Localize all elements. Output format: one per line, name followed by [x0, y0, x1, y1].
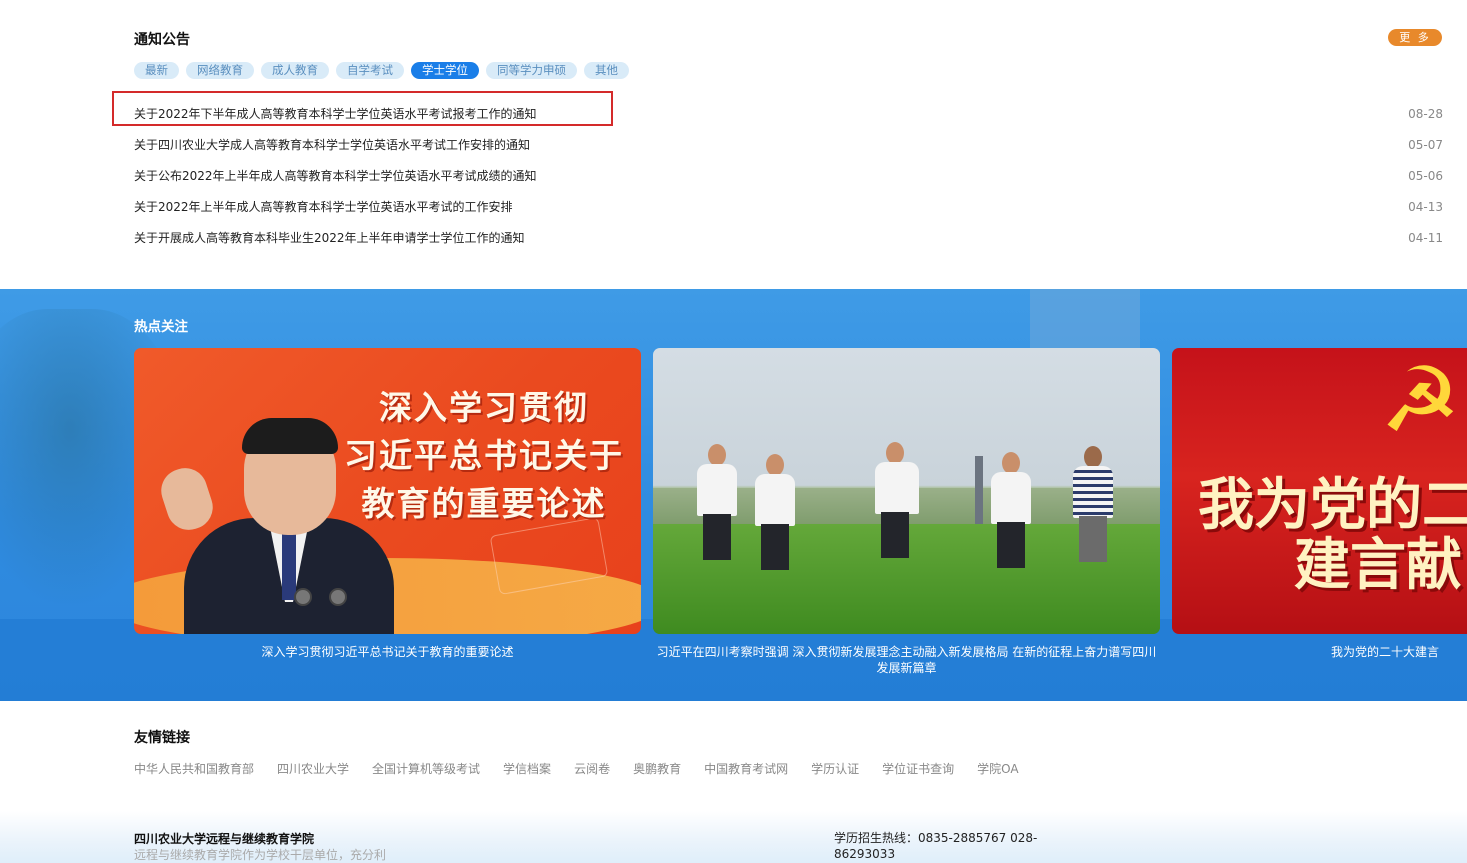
list-item[interactable]: 关于开展成人高等教育本科毕业生2022年上半年申请学士学位工作的通知 04-11 [134, 222, 1443, 253]
tab-bachelor-degree[interactable]: 学士学位 [411, 62, 479, 79]
links-title: 友情链接 [134, 730, 190, 746]
link-ministry-of-education[interactable]: 中华人民共和国教育部 [134, 760, 254, 777]
person-figure [875, 442, 919, 564]
link-ncre[interactable]: 全国计算机等级考试 [372, 760, 480, 777]
card-headline: 建言献 [1294, 532, 1462, 598]
hot-title: 热点关注 [134, 319, 188, 335]
notice-title: 通知公告 [134, 32, 190, 48]
list-item[interactable]: 关于2022年下半年成人高等教育本科学士学位英语水平考试报考工作的通知 08-2… [134, 98, 1443, 129]
footer-description: 远程与继续教育学院作为学校干层单位，充分利 [134, 848, 387, 862]
link-open-edu[interactable]: 奥鹏教育 [633, 760, 681, 777]
footer: 四川农业大学远程与继续教育学院 远程与继续教育学院作为学校干层单位，充分利 学历… [0, 811, 1467, 863]
person-figure [1073, 446, 1113, 566]
hot-section: 热点关注 深入学习贯彻 习近平总书记关于 教育的重要论述 深入学习贯彻习近平总书… [0, 289, 1467, 701]
tab-online-education[interactable]: 网络教育 [186, 62, 254, 79]
footer-org-name: 四川农业大学远程与继续教育学院 [134, 832, 315, 846]
hot-card-party-suggestions[interactable]: ☭ 我为党的二 建言献 [1172, 348, 1467, 634]
notice-link[interactable]: 关于2022年上半年成人高等教育本科学士学位英语水平考试的工作安排 [134, 198, 513, 215]
notice-link[interactable]: 关于2022年下半年成人高等教育本科学士学位英语水平考试报考工作的通知 [134, 105, 537, 122]
links-row: 中华人民共和国教育部 四川农业大学 全国计算机等级考试 学信档案 云阅卷 奥鹏教… [134, 760, 1019, 777]
portrait-photo [155, 418, 404, 634]
hot-card-education-discourse[interactable]: 深入学习贯彻 习近平总书记关于 教育的重要论述 [134, 348, 641, 634]
link-degree-verification[interactable]: 学历认证 [811, 760, 859, 777]
tab-self-study-exam[interactable]: 自学考试 [336, 62, 404, 79]
notice-link[interactable]: 关于开展成人高等教育本科毕业生2022年上半年申请学士学位工作的通知 [134, 229, 525, 246]
link-chsi-archive[interactable]: 学信档案 [503, 760, 551, 777]
card-caption[interactable]: 深入学习贯彻习近平总书记关于教育的重要论述 [134, 644, 641, 660]
notice-link[interactable]: 关于公布2022年上半年成人高等教育本科学士学位英语水平考试成绩的通知 [134, 167, 537, 184]
link-sichuan-agricultural-university[interactable]: 四川农业大学 [277, 760, 349, 777]
person-figure [697, 444, 737, 564]
hot-card-sichuan-inspection[interactable] [653, 348, 1160, 634]
power-tower [975, 456, 983, 526]
notice-tabs: 最新 网络教育 成人教育 自学考试 学士学位 同等学力申硕 其他 [134, 62, 629, 79]
notice-list: 关于2022年下半年成人高等教育本科学士学位英语水平考试报考工作的通知 08-2… [134, 98, 1443, 253]
notice-date: 08-28 [1408, 106, 1443, 121]
tab-adult-education[interactable]: 成人教育 [261, 62, 329, 79]
notice-date: 05-07 [1408, 137, 1443, 152]
notice-date: 04-11 [1408, 230, 1443, 245]
card-caption[interactable]: 我为党的二十大建言 [1172, 644, 1467, 660]
card-headline: 我为党的二 [1198, 472, 1467, 538]
link-degree-query[interactable]: 学位证书查询 [882, 760, 954, 777]
link-college-oa[interactable]: 学院OA [977, 760, 1018, 777]
person-figure [755, 454, 795, 574]
notice-link[interactable]: 关于四川农业大学成人高等教育本科学士学位英语水平考试工作安排的通知 [134, 136, 530, 153]
list-item[interactable]: 关于2022年上半年成人高等教育本科学士学位英语水平考试的工作安排 04-13 [134, 191, 1443, 222]
notice-date: 04-13 [1408, 199, 1443, 214]
tab-other[interactable]: 其他 [584, 62, 629, 79]
card-caption[interactable]: 习近平在四川考察时强调 深入贯彻新发展理念主动融入新发展格局 在新的征程上奋力谱… [653, 644, 1160, 676]
more-button[interactable]: 更 多 [1388, 29, 1442, 46]
background-building [1030, 289, 1140, 349]
notice-section: 通知公告 更 多 最新 网络教育 成人教育 自学考试 学士学位 同等学力申硕 其… [0, 0, 1467, 289]
link-neea[interactable]: 中国教育考试网 [704, 760, 788, 777]
list-item[interactable]: 关于四川农业大学成人高等教育本科学士学位英语水平考试工作安排的通知 05-07 [134, 129, 1443, 160]
notice-date: 05-06 [1408, 168, 1443, 183]
list-item[interactable]: 关于公布2022年上半年成人高等教育本科学士学位英语水平考试成绩的通知 05-0… [134, 160, 1443, 191]
link-cloud-marking[interactable]: 云阅卷 [574, 760, 610, 777]
hammer-sickle-icon: ☭ [1380, 348, 1461, 453]
tab-equivalent-master[interactable]: 同等学力申硕 [486, 62, 577, 79]
tab-latest[interactable]: 最新 [134, 62, 179, 79]
person-figure [991, 452, 1031, 572]
links-section: 友情链接 中华人民共和国教育部 四川农业大学 全国计算机等级考试 学信档案 云阅… [0, 701, 1467, 811]
footer-hotline: 学历招生热线：0835-2885767 028-86293033 [834, 831, 1038, 861]
